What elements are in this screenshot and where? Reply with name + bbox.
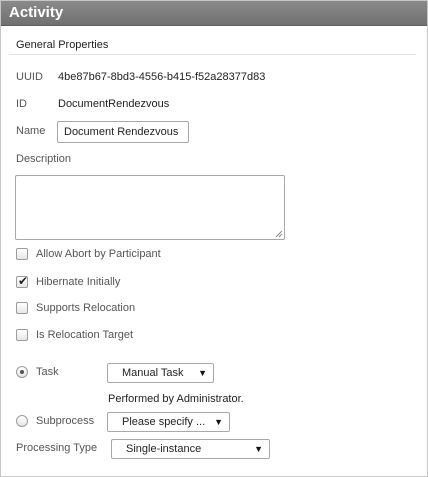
processing-type-label: Processing Type (16, 442, 98, 454)
chevron-down-icon: ▼ (198, 368, 207, 378)
check-mark-icon: ✔ (18, 274, 29, 288)
hibernate-checkbox[interactable]: ✔ (16, 274, 29, 288)
relocation-target-checkbox[interactable] (16, 329, 28, 341)
description-textarea[interactable] (15, 175, 285, 240)
task-radio[interactable] (16, 366, 28, 378)
supports-relocation-checkbox[interactable] (16, 302, 28, 314)
processing-type-dropdown[interactable]: Single-instance ▼ (111, 439, 270, 459)
performer-note: Performed by Administrator. (108, 393, 244, 405)
relocation-target-label: Is Relocation Target (36, 329, 134, 341)
resize-grip-icon[interactable] (275, 230, 283, 238)
panel-title: Activity (9, 4, 64, 21)
subprocess-label: Subprocess (36, 415, 95, 427)
section-divider (9, 54, 416, 55)
task-label: Task (36, 366, 59, 378)
activity-panel: Activity General Properties UUID 4be87b6… (0, 0, 428, 477)
task-type-dropdown[interactable]: Manual Task ▼ (107, 363, 214, 383)
task-type-value: Manual Task (122, 367, 184, 379)
id-label: ID (16, 98, 27, 110)
section-title: General Properties (16, 39, 109, 51)
radio-selected-dot (20, 370, 24, 374)
id-value: DocumentRendezvous (58, 98, 170, 110)
chevron-down-icon: ▼ (214, 417, 223, 427)
allow-abort-label: Allow Abort by Participant (36, 248, 161, 260)
processing-type-value: Single-instance (126, 443, 202, 455)
panel-titlebar: Activity (1, 1, 427, 26)
subprocess-value: Please specify ... (122, 416, 206, 428)
uuid-value: 4be87b67-8bd3-4556-b415-f52a28377d83 (58, 71, 266, 83)
uuid-label: UUID (16, 71, 43, 83)
allow-abort-checkbox[interactable] (16, 248, 28, 260)
name-input[interactable]: Document Rendezvous (57, 121, 189, 143)
subprocess-radio[interactable] (16, 415, 28, 427)
description-label: Description (16, 153, 72, 165)
hibernate-label: Hibernate Initially (36, 276, 121, 288)
chevron-down-icon: ▼ (254, 444, 263, 454)
supports-relocation-label: Supports Relocation (36, 302, 136, 314)
name-label: Name (16, 125, 46, 137)
subprocess-dropdown[interactable]: Please specify ... ▼ (107, 412, 230, 432)
